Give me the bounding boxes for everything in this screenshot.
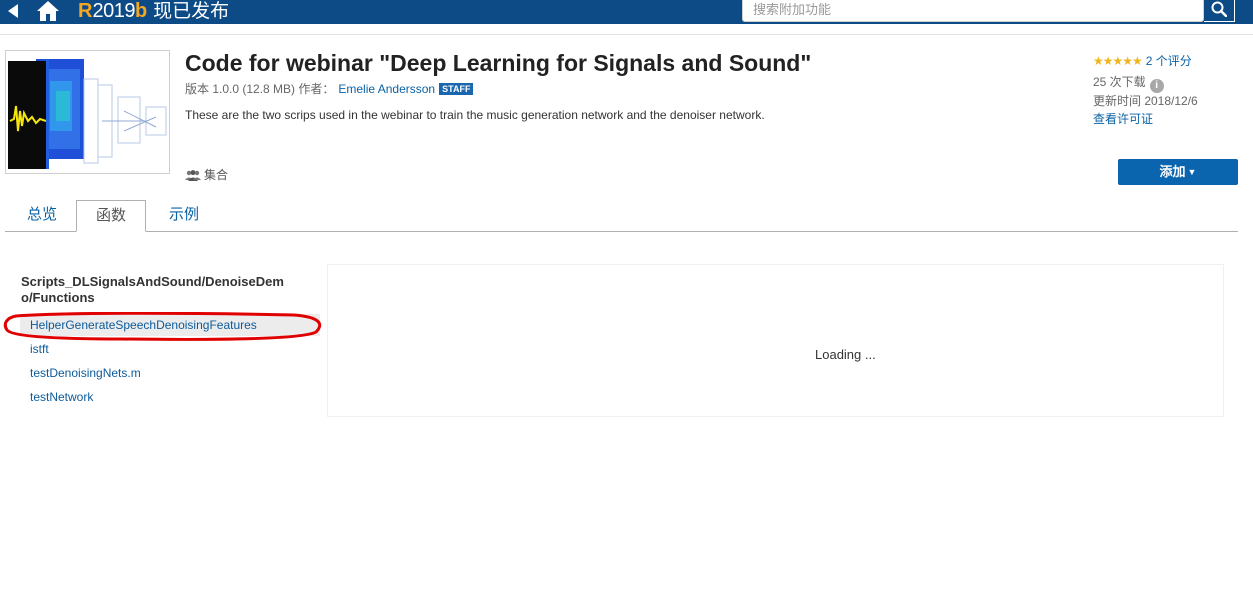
caret-down-icon: ▼ [1187, 167, 1197, 177]
info-icon[interactable]: i [1149, 79, 1164, 93]
tab-functions[interactable]: 函数 [76, 200, 146, 232]
function-item-test-network[interactable]: testNetwork [20, 386, 320, 408]
top-navigation-bar: R2019b 现已发布 [0, 0, 1253, 24]
version-author-line: 版本 1.0.0 (12.8 MB) 作者： Emelie Andersson ST… [185, 80, 474, 97]
updated-date: 更新时间 2018/12/6 [1093, 94, 1198, 108]
rating-summary: ★★★★★ 2 个评分 [1093, 52, 1192, 69]
back-arrow-icon[interactable] [6, 2, 20, 20]
add-button-label: 添加 [1159, 164, 1186, 179]
add-button[interactable]: 添加 ▼ [1118, 159, 1238, 185]
red-annotation-circle [3, 312, 322, 341]
brand-text: 现已发布 [153, 1, 230, 22]
tab-examples[interactable]: 示例 [150, 200, 218, 232]
search-box [742, 0, 1204, 22]
tab-overview[interactable]: 总览 [10, 200, 74, 232]
search-icon [1211, 1, 1227, 17]
author-link[interactable]: Emelie Andersson [338, 82, 435, 96]
staff-badge: STAFF [439, 83, 474, 95]
search-button[interactable] [1204, 0, 1235, 22]
loading-text: Loading ... [815, 347, 876, 362]
home-icon[interactable] [36, 0, 60, 22]
brand-r: R [78, 0, 93, 22]
group-icon [185, 170, 201, 181]
search-input[interactable] [743, 0, 1203, 21]
brand-version: 2019 [92, 0, 135, 22]
view-license-link[interactable]: 查看许可证 [1093, 110, 1153, 127]
header-divider [0, 34, 1253, 35]
code-preview-panel [327, 264, 1224, 417]
collection-label[interactable]: 集合 [185, 166, 228, 183]
function-folder-heading: Scripts_DLSignalsAndSound/DenoiseDemo/Fu… [21, 274, 284, 305]
collection-text: 集合 [204, 168, 229, 182]
brand-b: b [134, 0, 148, 22]
release-brand-link[interactable]: R2019b 现已发布 [78, 0, 229, 24]
rating-stars-icon: ★★★★★ [1093, 54, 1143, 68]
version-text: 版本 1.0.0 (12.8 MB) 作者： [185, 82, 335, 96]
function-item-test-denoising-nets[interactable]: testDenoisingNets.m [20, 362, 320, 384]
download-count: 25 次下载 i [1093, 73, 1164, 93]
page-title: Code for webinar "Deep Learning for Sign… [185, 50, 812, 76]
addon-thumbnail [5, 50, 170, 174]
rating-count-link[interactable]: 2 个评分 [1146, 54, 1192, 68]
download-text: 25 次下载 [1093, 75, 1146, 89]
description: These are the two scrips used in the web… [185, 108, 765, 122]
